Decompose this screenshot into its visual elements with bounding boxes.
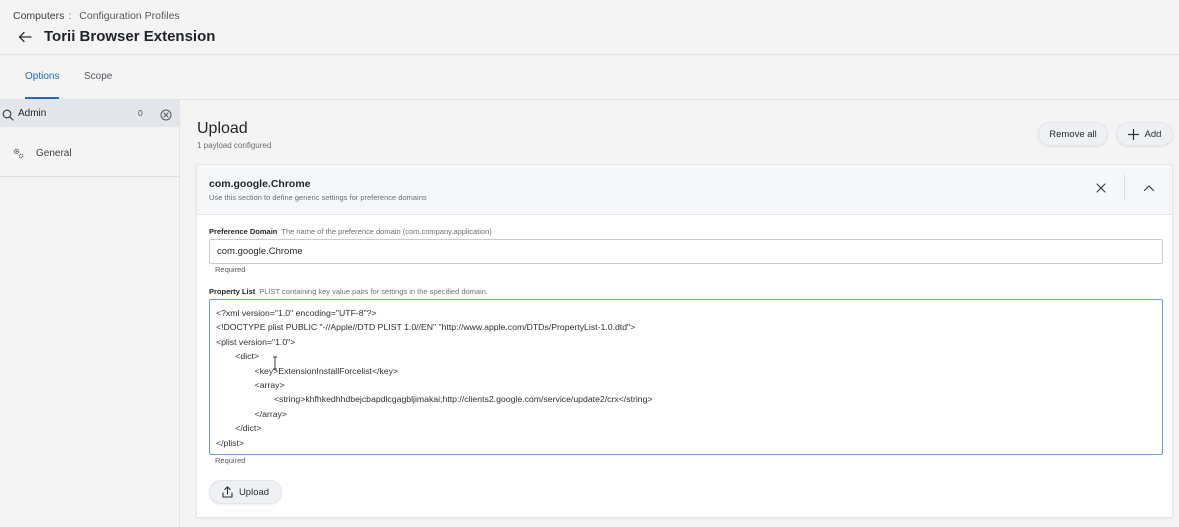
sidebar-item-general[interactable]: General bbox=[0, 140, 179, 168]
title-row: Torii Browser Extension bbox=[18, 28, 215, 45]
upload-icon bbox=[222, 486, 233, 498]
header-divider bbox=[1124, 175, 1125, 200]
sidebar-item-label: General bbox=[36, 148, 72, 159]
page-title: Torii Browser Extension bbox=[44, 28, 216, 45]
upload-button[interactable]: Upload bbox=[209, 480, 282, 504]
remove-all-button[interactable]: Remove all bbox=[1038, 122, 1108, 146]
plist-line: <array> bbox=[216, 379, 285, 390]
breadcrumb: Computers : Configuration Profiles bbox=[13, 10, 180, 22]
tab-scope[interactable]: Scope bbox=[84, 71, 112, 82]
add-button-label: Add bbox=[1144, 128, 1162, 140]
clear-search-icon[interactable] bbox=[160, 108, 172, 121]
page-header: Computers : Configuration Profiles Torii… bbox=[0, 0, 1179, 55]
sidebar-search: 0 bbox=[0, 100, 179, 127]
remove-payload-icon[interactable] bbox=[1094, 181, 1108, 195]
sidebar-search-input[interactable] bbox=[18, 105, 118, 121]
property-list-hint: PLIST containing key value pairs for set… bbox=[259, 287, 489, 296]
property-list-label-text: Property List bbox=[209, 287, 256, 296]
upload-button-label: Upload bbox=[238, 486, 270, 498]
preference-domain-label-text: Preference Domain bbox=[209, 227, 278, 236]
search-icon bbox=[2, 108, 14, 121]
payload-card: com.google.Chrome Use this section to de… bbox=[196, 164, 1173, 518]
preference-domain-input[interactable] bbox=[209, 239, 1163, 264]
payload-title: com.google.Chrome bbox=[209, 178, 311, 190]
back-arrow-icon[interactable] bbox=[18, 29, 34, 45]
plist-line: <!DOCTYPE plist PUBLIC "-//Apple//DTD PL… bbox=[216, 322, 636, 333]
plist-line: <dict> bbox=[216, 351, 259, 362]
sidebar: 0 General bbox=[0, 100, 180, 527]
property-list-textarea[interactable]: <?xml version="1.0" encoding="UTF-8"?> <… bbox=[209, 299, 1163, 455]
preference-domain-required: Required bbox=[215, 265, 246, 274]
active-tab-indicator bbox=[25, 97, 59, 99]
plist-line: <key>ExtensionInstallForcelist</key> bbox=[216, 365, 399, 376]
payload-card-header: com.google.Chrome Use this section to de… bbox=[197, 165, 1172, 215]
section-title: Upload bbox=[197, 120, 248, 137]
tab-bar: Options Scope bbox=[0, 55, 1179, 100]
breadcrumb-separator: : bbox=[68, 10, 72, 22]
property-list-required: Required bbox=[215, 456, 246, 465]
plus-icon bbox=[1127, 128, 1139, 140]
search-result-count: 0 bbox=[138, 108, 143, 118]
plist-line: </dict> bbox=[216, 423, 262, 434]
gear-icon bbox=[12, 146, 24, 159]
preference-domain-label: Preference Domain The name of the prefere… bbox=[209, 227, 492, 236]
breadcrumb-computers-link[interactable]: Computers bbox=[13, 10, 64, 22]
preference-domain-hint: The name of the preference domain (com.c… bbox=[281, 227, 492, 236]
payload-description: Use this section to define generic setti… bbox=[209, 193, 427, 202]
plist-line: <plist version="1.0"> bbox=[216, 336, 296, 347]
text-cursor-icon bbox=[272, 356, 278, 370]
property-list-label: Property List PLIST containing key value … bbox=[209, 287, 488, 296]
breadcrumb-configuration-profiles-link[interactable]: Configuration Profiles bbox=[79, 10, 179, 22]
plist-line: <?xml version="1.0" encoding="UTF-8"?> bbox=[216, 308, 377, 318]
plist-line: <string>khfhkedhhdbejcbapdlcgagbljimakai… bbox=[216, 394, 653, 405]
plist-line: </array> bbox=[216, 408, 287, 419]
chevron-up-icon[interactable] bbox=[1142, 181, 1156, 195]
add-button[interactable]: Add bbox=[1116, 122, 1173, 146]
sidebar-divider bbox=[0, 176, 179, 177]
payload-count: 1 payload configured bbox=[197, 141, 272, 150]
tab-options[interactable]: Options bbox=[25, 71, 59, 82]
plist-line: </plist> bbox=[216, 437, 245, 448]
